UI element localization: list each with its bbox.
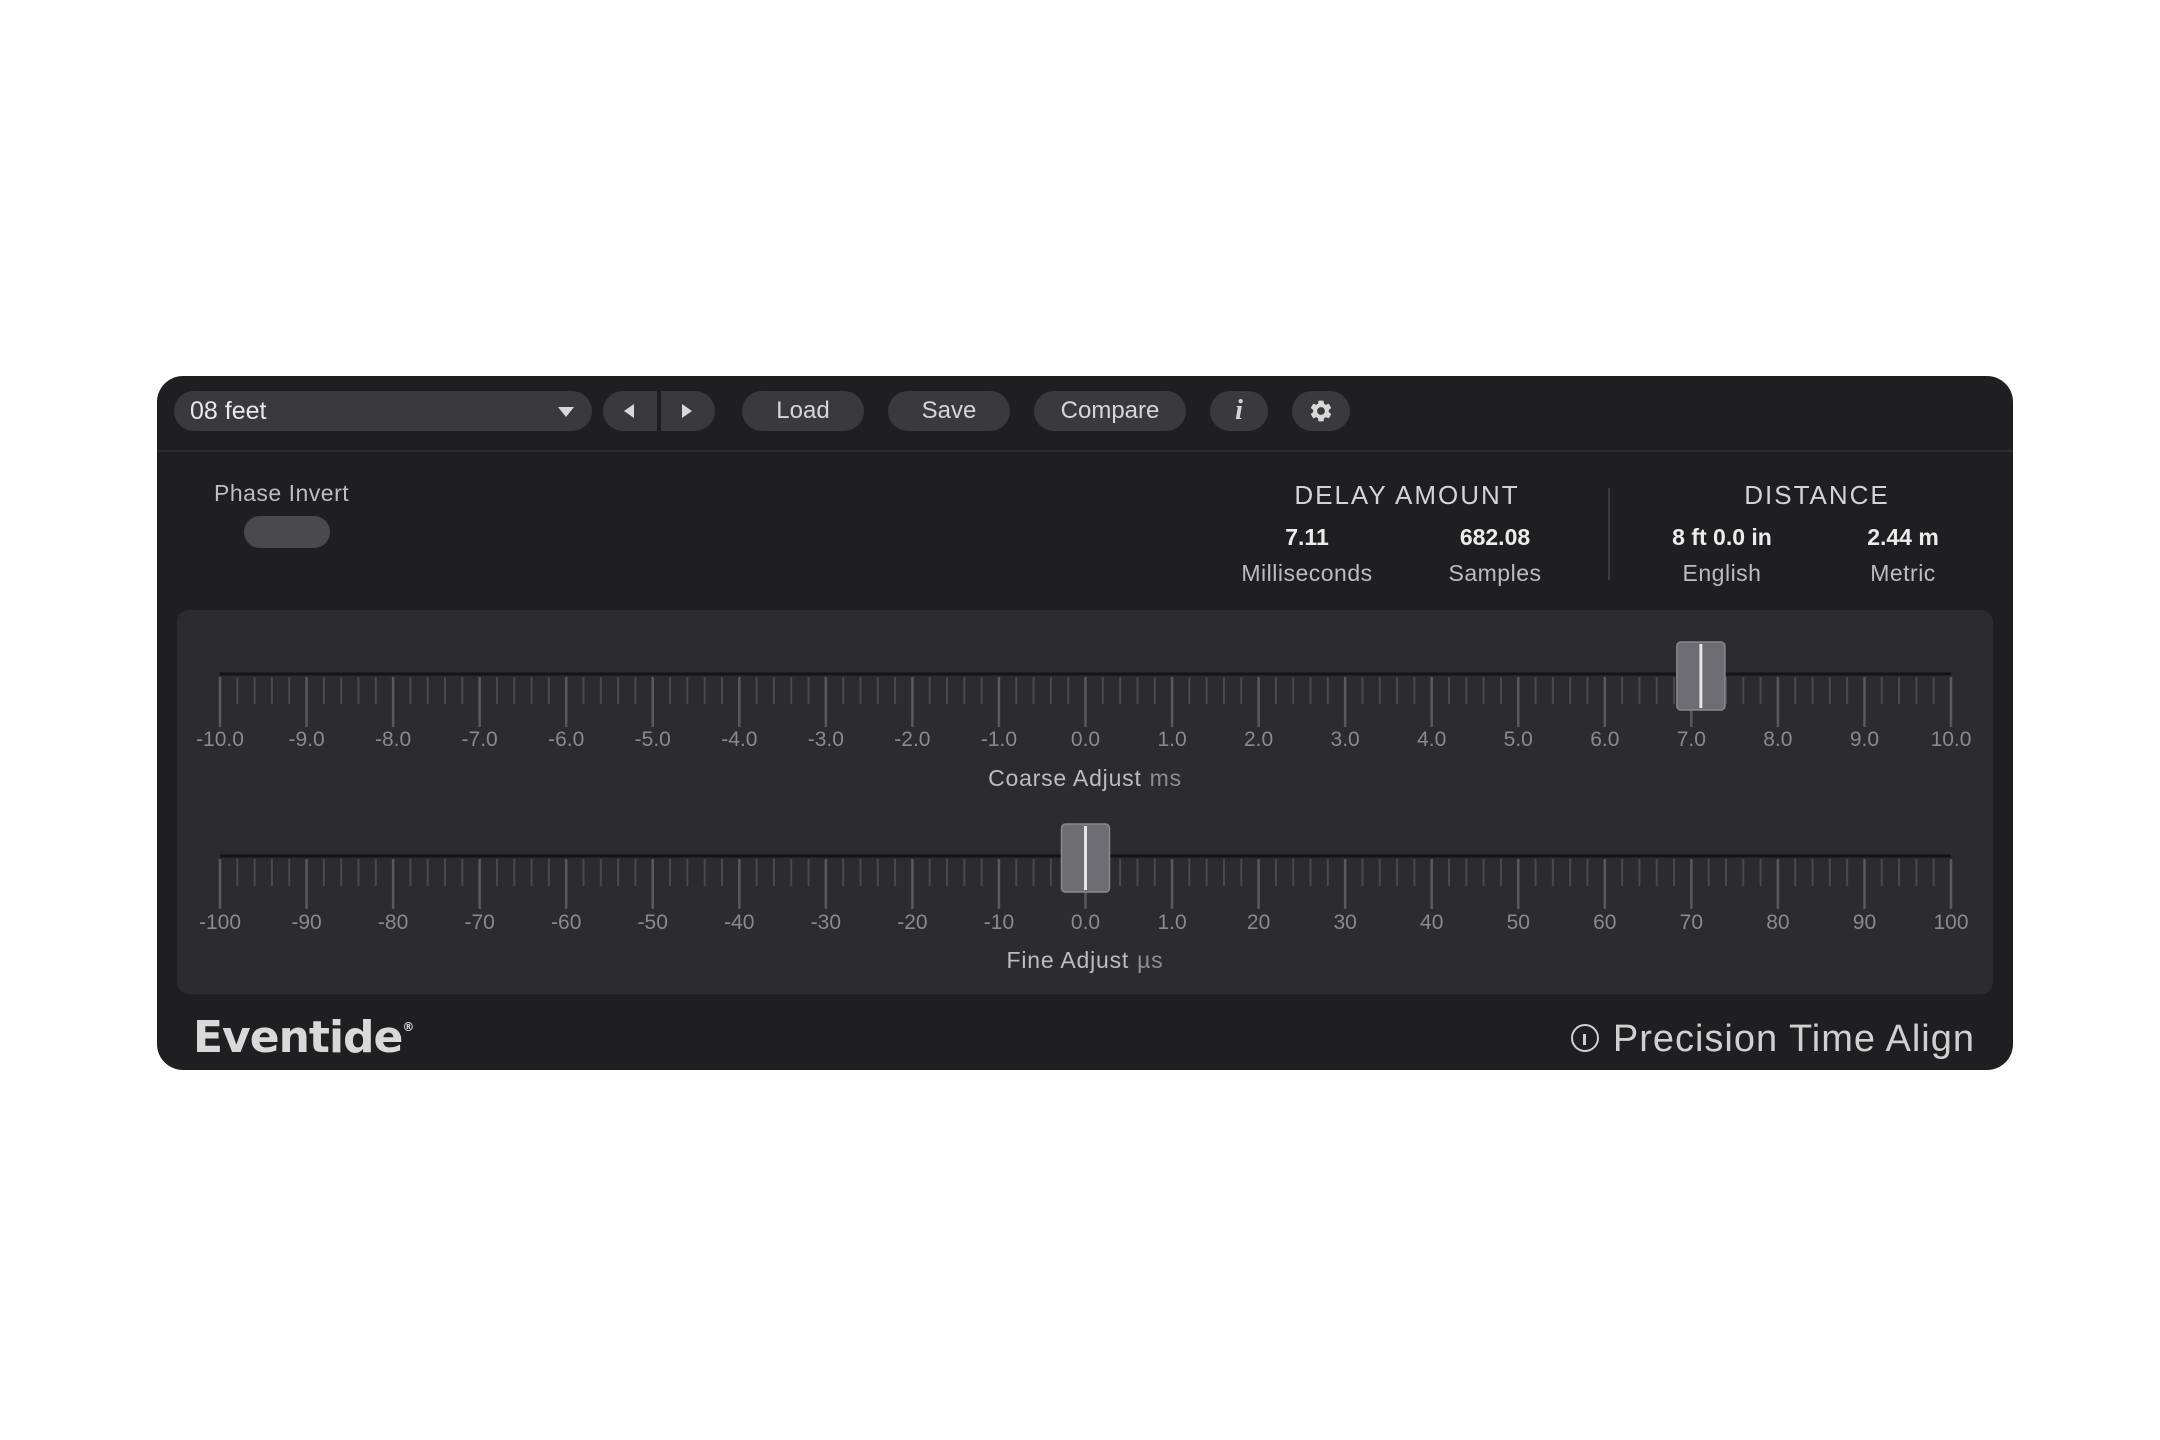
- fine-tick-label: 100: [1933, 911, 1968, 934]
- coarse-tick-label: -6.0: [548, 728, 584, 751]
- fine-tick-label: -60: [551, 911, 581, 934]
- distance-metric-value: 2.44 m: [1867, 524, 1939, 550]
- coarse-tick-label: 4.0: [1417, 728, 1446, 751]
- fine-tick-label: 30: [1333, 911, 1356, 934]
- fine-tick-label: -40: [724, 911, 754, 934]
- distance-english-readout: 8 ft 0.0 in English: [1622, 524, 1822, 587]
- fine-tick-label: 90: [1853, 911, 1876, 934]
- phase-invert-label: Phase Invert: [214, 480, 350, 506]
- coarse-adjust-name: Coarse Adjust: [988, 765, 1142, 791]
- delay-amount-title: DELAY AMOUNT: [1294, 480, 1520, 510]
- coarse-tick-label: -4.0: [721, 728, 757, 751]
- coarse-tick-label: 7.0: [1677, 728, 1706, 751]
- fine-tick-label: -10: [984, 911, 1014, 934]
- coarse-tick-label: -1.0: [981, 728, 1017, 751]
- fine-tick-label: -90: [291, 911, 321, 934]
- slider-panel: -10.0 -9.0 -8.0 -7.0 -6.0 -5.0 -4.0 -3.0 -2.0 -1.…: [177, 610, 1993, 994]
- previous-preset-button[interactable]: [603, 391, 657, 431]
- coarse-tick-label: 6.0: [1590, 728, 1619, 751]
- delay-ms-value: 7.11: [1285, 524, 1329, 550]
- preset-dropdown[interactable]: 08 feet: [174, 391, 592, 431]
- plugin-window: 08 feet Load Save Compare i Phase Invert…: [157, 376, 2013, 1070]
- delay-samples-unit: Samples: [1448, 560, 1542, 586]
- distance-english-value: 8 ft 0.0 in: [1672, 524, 1772, 550]
- fine-tick-label: 1.0: [1157, 911, 1186, 934]
- distance-metric-readout: 2.44 m Metric: [1803, 524, 2003, 587]
- registered-mark: ®: [402, 1020, 414, 1034]
- coarse-slider-thumb[interactable]: [1676, 641, 1726, 711]
- arrow-left-icon: [624, 404, 634, 418]
- fine-tick-label: 70: [1680, 911, 1703, 934]
- toolbar: 08 feet Load Save Compare i: [157, 376, 2013, 452]
- fine-tick-label: 80: [1766, 911, 1789, 934]
- coarse-tick-label: 3.0: [1331, 728, 1360, 751]
- load-button[interactable]: Load: [742, 391, 864, 431]
- distance-title: DISTANCE: [1744, 480, 1890, 510]
- next-preset-button[interactable]: [661, 391, 715, 431]
- coarse-tick-label: 2.0: [1244, 728, 1273, 751]
- coarse-adjust-label: Coarse Adjust ms: [177, 765, 1993, 792]
- coarse-tick-label: 8.0: [1763, 728, 1792, 751]
- chevron-down-icon: [558, 407, 574, 417]
- fine-tick-label: -50: [638, 911, 668, 934]
- delay-samples-value: 682.08: [1459, 524, 1531, 550]
- info-circle-icon: [1570, 1023, 1599, 1052]
- save-button[interactable]: Save: [888, 391, 1010, 431]
- product-name: Precision Time Align: [1612, 1018, 1975, 1060]
- coarse-tick-label: 10.0: [1931, 728, 1972, 751]
- coarse-tick-label: 1.0: [1157, 728, 1186, 751]
- eventide-logo: Eventide®: [193, 1012, 414, 1063]
- readout-divider: [1608, 488, 1610, 580]
- coarse-tick-label: -2.0: [894, 728, 930, 751]
- coarse-adjust-unit: ms: [1149, 765, 1182, 791]
- coarse-tick-label: -10.0: [196, 728, 244, 751]
- info-icon: i: [1235, 395, 1243, 426]
- arrow-right-icon: [682, 404, 692, 418]
- fine-tick-label: -20: [897, 911, 927, 934]
- fine-tick-label: 40: [1420, 911, 1443, 934]
- info-button[interactable]: i: [1210, 391, 1268, 431]
- delay-ms-readout: 7.11 Milliseconds: [1207, 524, 1407, 587]
- preset-name: 08 feet: [190, 397, 267, 425]
- gear-icon: [1310, 400, 1332, 422]
- fine-tick-label: 50: [1507, 911, 1530, 934]
- distance-metric-unit: Metric: [1870, 560, 1936, 586]
- coarse-tick-label: 5.0: [1504, 728, 1533, 751]
- coarse-tick-label: -7.0: [462, 728, 498, 751]
- coarse-tick-label: 9.0: [1850, 728, 1879, 751]
- fine-tick-label: -100: [199, 911, 241, 934]
- fine-slider-thumb[interactable]: [1060, 823, 1111, 893]
- coarse-tick-label: -8.0: [375, 728, 411, 751]
- fine-tick-label: 20: [1247, 911, 1270, 934]
- brand-name: Eventide: [193, 1012, 403, 1063]
- coarse-tick-label: 0.0: [1071, 728, 1100, 751]
- coarse-tick-label: -5.0: [635, 728, 671, 751]
- product-title[interactable]: Precision Time Align: [1570, 1018, 1975, 1061]
- delay-ms-unit: Milliseconds: [1241, 560, 1373, 586]
- slider-scales: -10.0 -9.0 -8.0 -7.0 -6.0 -5.0 -4.0 -3.0 -2.0 -1.…: [196, 641, 1972, 934]
- fine-tick-label: 60: [1593, 911, 1616, 934]
- fine-tick-label: -80: [378, 911, 408, 934]
- compare-button[interactable]: Compare: [1034, 391, 1186, 431]
- fine-adjust-unit: µs: [1137, 947, 1164, 973]
- coarse-tick-label: -9.0: [288, 728, 324, 751]
- distance-english-unit: English: [1682, 560, 1762, 586]
- fine-tick-label: -30: [811, 911, 841, 934]
- fine-adjust-label: Fine Adjust µs: [177, 947, 1993, 974]
- settings-button[interactable]: [1292, 391, 1350, 431]
- phase-invert-toggle[interactable]: [244, 516, 330, 548]
- delay-samples-readout: 682.08 Samples: [1395, 524, 1595, 587]
- fine-tick-label: -70: [464, 911, 494, 934]
- fine-tick-label: 0.0: [1071, 911, 1100, 934]
- fine-adjust-name: Fine Adjust: [1006, 947, 1130, 973]
- coarse-tick-label: -3.0: [808, 728, 844, 751]
